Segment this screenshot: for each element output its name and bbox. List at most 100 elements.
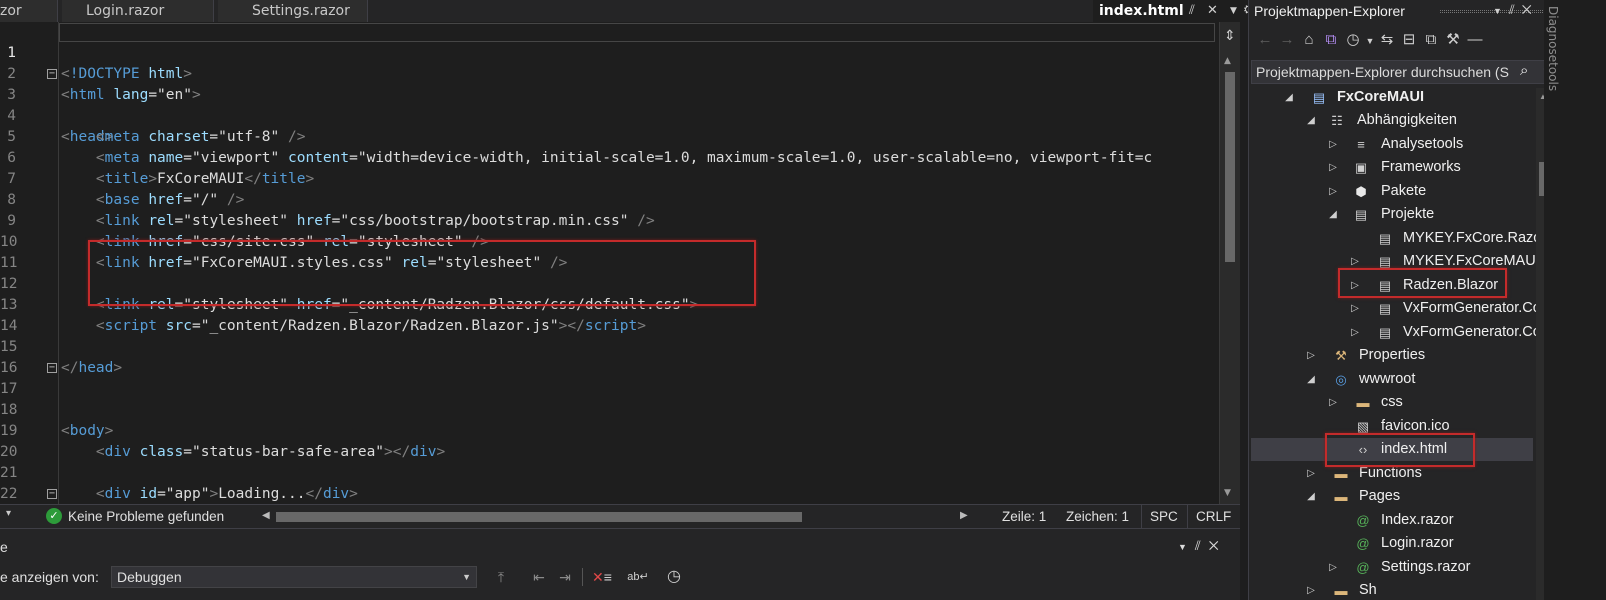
code-line: 3 − <head>	[0, 64, 1220, 146]
tree-item-label: FxCoreMAUI	[1337, 89, 1425, 105]
problems-status[interactable]: Keine Probleme gefunden	[68, 509, 224, 524]
code-line: 7 <base href="/" />	[0, 148, 1220, 208]
find-message-icon[interactable]: ⤒	[490, 566, 512, 588]
razor-file-icon: @	[1356, 536, 1370, 551]
tab-login-razor[interactable]: Login.razor	[62, 0, 214, 22]
globe-icon: ◎	[1335, 372, 1347, 387]
tab-index-html[interactable]: index.html ⫽ ✕ ▼ ⚙	[1093, 0, 1256, 22]
collapsed-arrow-icon[interactable]: ▷	[1327, 180, 1339, 203]
collapsed-arrow-icon[interactable]: ▷	[1327, 156, 1339, 179]
folder-icon: ▬	[1334, 466, 1348, 481]
tree-item-label: wwwroot	[1359, 371, 1416, 387]
dropdown-icon[interactable]: ▼	[1364, 36, 1376, 46]
clear-all-icon[interactable]: ✕≡	[591, 566, 613, 588]
collapsed-tool-strip: Diagnosetools	[1544, 0, 1606, 600]
minus-icon[interactable]: —	[1464, 31, 1486, 48]
line-indicator[interactable]: Zeile: 1	[980, 505, 1058, 529]
dropdown-icon[interactable]: ▼	[1178, 542, 1195, 552]
expanded-arrow-icon[interactable]: ◢	[1283, 86, 1295, 109]
editor-vertical-scrollbar[interactable]: ⇕ ▲ ▼	[1219, 22, 1240, 504]
diagnostic-tools-tab[interactable]: Diagnosetools	[1546, 6, 1560, 91]
code-line: 8 <link rel="stylesheet" href="css/boots…	[0, 169, 1220, 229]
fold-toggle-icon[interactable]: −	[47, 363, 57, 373]
scrollbar-thumb[interactable]	[1225, 72, 1235, 262]
output-source-select[interactable]: Debuggen ▼	[111, 566, 477, 588]
tree-item-label: Index.razor	[1381, 512, 1454, 528]
collapsed-arrow-icon[interactable]: ▷	[1349, 321, 1361, 344]
folder-open-icon: ▬	[1334, 489, 1348, 504]
code-line: 4 <meta charset="utf-8" />	[0, 85, 1220, 145]
horizontal-scrollbar-thumb[interactable]	[276, 512, 802, 522]
scroll-left-icon[interactable]: ◀	[262, 510, 270, 521]
toolbar-separator	[582, 568, 583, 586]
clock-icon[interactable]: ◷	[663, 566, 685, 588]
package-icon: ⬢	[1355, 184, 1367, 199]
tab-label: Login.razor	[86, 3, 165, 19]
solution-explorer-title: Projektmappen-Explorer	[1254, 3, 1405, 19]
scroll-down-icon[interactable]: ▼	[1224, 488, 1231, 498]
fold-toggle-icon[interactable]: −	[47, 69, 57, 79]
dropdown-icon[interactable]: ▼	[1230, 0, 1237, 22]
tab-label: zor	[0, 3, 22, 19]
tree-item-label: Login.razor	[1381, 535, 1454, 551]
wrench-icon[interactable]: ⚒	[1442, 30, 1464, 48]
close-icon[interactable]: ✕	[1522, 2, 1539, 17]
code-line: 15 </head>	[0, 339, 123, 376]
close-icon[interactable]: ✕	[1209, 538, 1227, 553]
pin-icon[interactable]: ⫽	[1189, 0, 1195, 22]
expanded-arrow-icon[interactable]: ◢	[1305, 368, 1317, 391]
highlight-box-radzen-includes	[88, 240, 756, 306]
search-placeholder: Projektmappen-Explorer durchsuchen (S	[1256, 64, 1509, 80]
collapsed-arrow-icon[interactable]: ▷	[1349, 297, 1361, 320]
collapsed-arrow-icon[interactable]: ▷	[1305, 462, 1317, 485]
solution-explorer-search[interactable]: Projektmappen-Explorer durchsuchen (S ⌕ …	[1251, 60, 1551, 84]
tab-razor-partial[interactable]: zor	[0, 0, 58, 22]
column-indicator[interactable]: Zeichen: 1	[1058, 505, 1141, 529]
code-line: 21 <div id="app">Loading...</div>	[0, 465, 358, 502]
tree-item-label: VxFormGenerator.Co	[1403, 300, 1541, 316]
expanded-arrow-icon[interactable]: ◢	[1305, 485, 1317, 508]
expanded-arrow-icon[interactable]: ◢	[1305, 109, 1317, 132]
dropdown-icon[interactable]: ▼	[1493, 6, 1509, 16]
line-ending-indicator[interactable]: CRLF	[1187, 505, 1240, 529]
code-line: 5 <meta name="viewport" content="width=d…	[0, 106, 1220, 166]
chevron-down-icon: ▼	[462, 572, 471, 582]
forward-icon[interactable]: →	[1276, 31, 1298, 48]
home-icon[interactable]: ⌂	[1298, 31, 1320, 48]
tree-item-label: VxFormGenerator.Co	[1403, 324, 1541, 340]
tree-item-label: Abhängigkeiten	[1357, 112, 1457, 128]
back-icon[interactable]: ←	[1254, 31, 1276, 48]
collapsed-arrow-icon[interactable]: ▷	[1305, 344, 1317, 367]
word-wrap-icon[interactable]: ab↵	[627, 566, 649, 588]
fold-toggle-icon[interactable]: −	[47, 489, 57, 499]
previous-message-icon[interactable]: ⇤	[528, 566, 550, 588]
collapsed-arrow-icon[interactable]: ▷	[1327, 556, 1339, 579]
switch-views-icon[interactable]: ⧉	[1320, 31, 1342, 48]
collapsed-arrow-icon[interactable]: ▷	[1327, 391, 1339, 414]
next-message-icon[interactable]: ⇥	[554, 566, 576, 588]
tree-item-label: Projekte	[1381, 206, 1435, 222]
scroll-right-icon[interactable]: ▶	[960, 510, 968, 521]
solution-explorer-toolbar: ← → ⌂ ⧉ ◷ ▼ ⇆ ⊟ ⧉ ⚒ —	[1254, 30, 1486, 54]
collapsed-arrow-icon[interactable]: ▷	[1305, 579, 1317, 600]
pin-icon[interactable]: ⫽	[1195, 538, 1209, 553]
pin-icon[interactable]: ⫽	[1509, 2, 1522, 17]
collapse-all-icon[interactable]: ⊟	[1398, 30, 1420, 48]
project-reference-icon: ▤	[1378, 301, 1392, 316]
framework-icon: ▣	[1354, 160, 1368, 175]
scroll-up-icon[interactable]: ▲	[1224, 56, 1231, 66]
history-icon[interactable]: ◷	[1342, 30, 1364, 48]
code-line: 19 <div class="status-bar-safe-area"></d…	[0, 423, 446, 460]
zoom-dropdown-icon[interactable]: ▾	[6, 508, 11, 519]
code-editor[interactable]: 1 <!DOCTYPE html> 2 <html lang="en"> 3 −…	[0, 22, 1240, 504]
code-line: 2 <html lang="en">	[0, 43, 1220, 103]
expanded-arrow-icon[interactable]: ◢	[1327, 203, 1339, 226]
whitespace-indicator[interactable]: SPC	[1141, 505, 1187, 529]
sync-icon[interactable]: ⇆	[1376, 30, 1398, 48]
collapsed-arrow-icon[interactable]: ▷	[1327, 133, 1339, 156]
show-all-files-icon[interactable]: ⧉	[1420, 31, 1442, 48]
split-editor-icon[interactable]: ⇕	[1224, 28, 1236, 44]
search-icon[interactable]: ⌕	[1520, 62, 1528, 79]
tab-settings-razor[interactable]: Settings.razor	[218, 0, 368, 22]
close-icon[interactable]: ✕	[1207, 0, 1218, 22]
